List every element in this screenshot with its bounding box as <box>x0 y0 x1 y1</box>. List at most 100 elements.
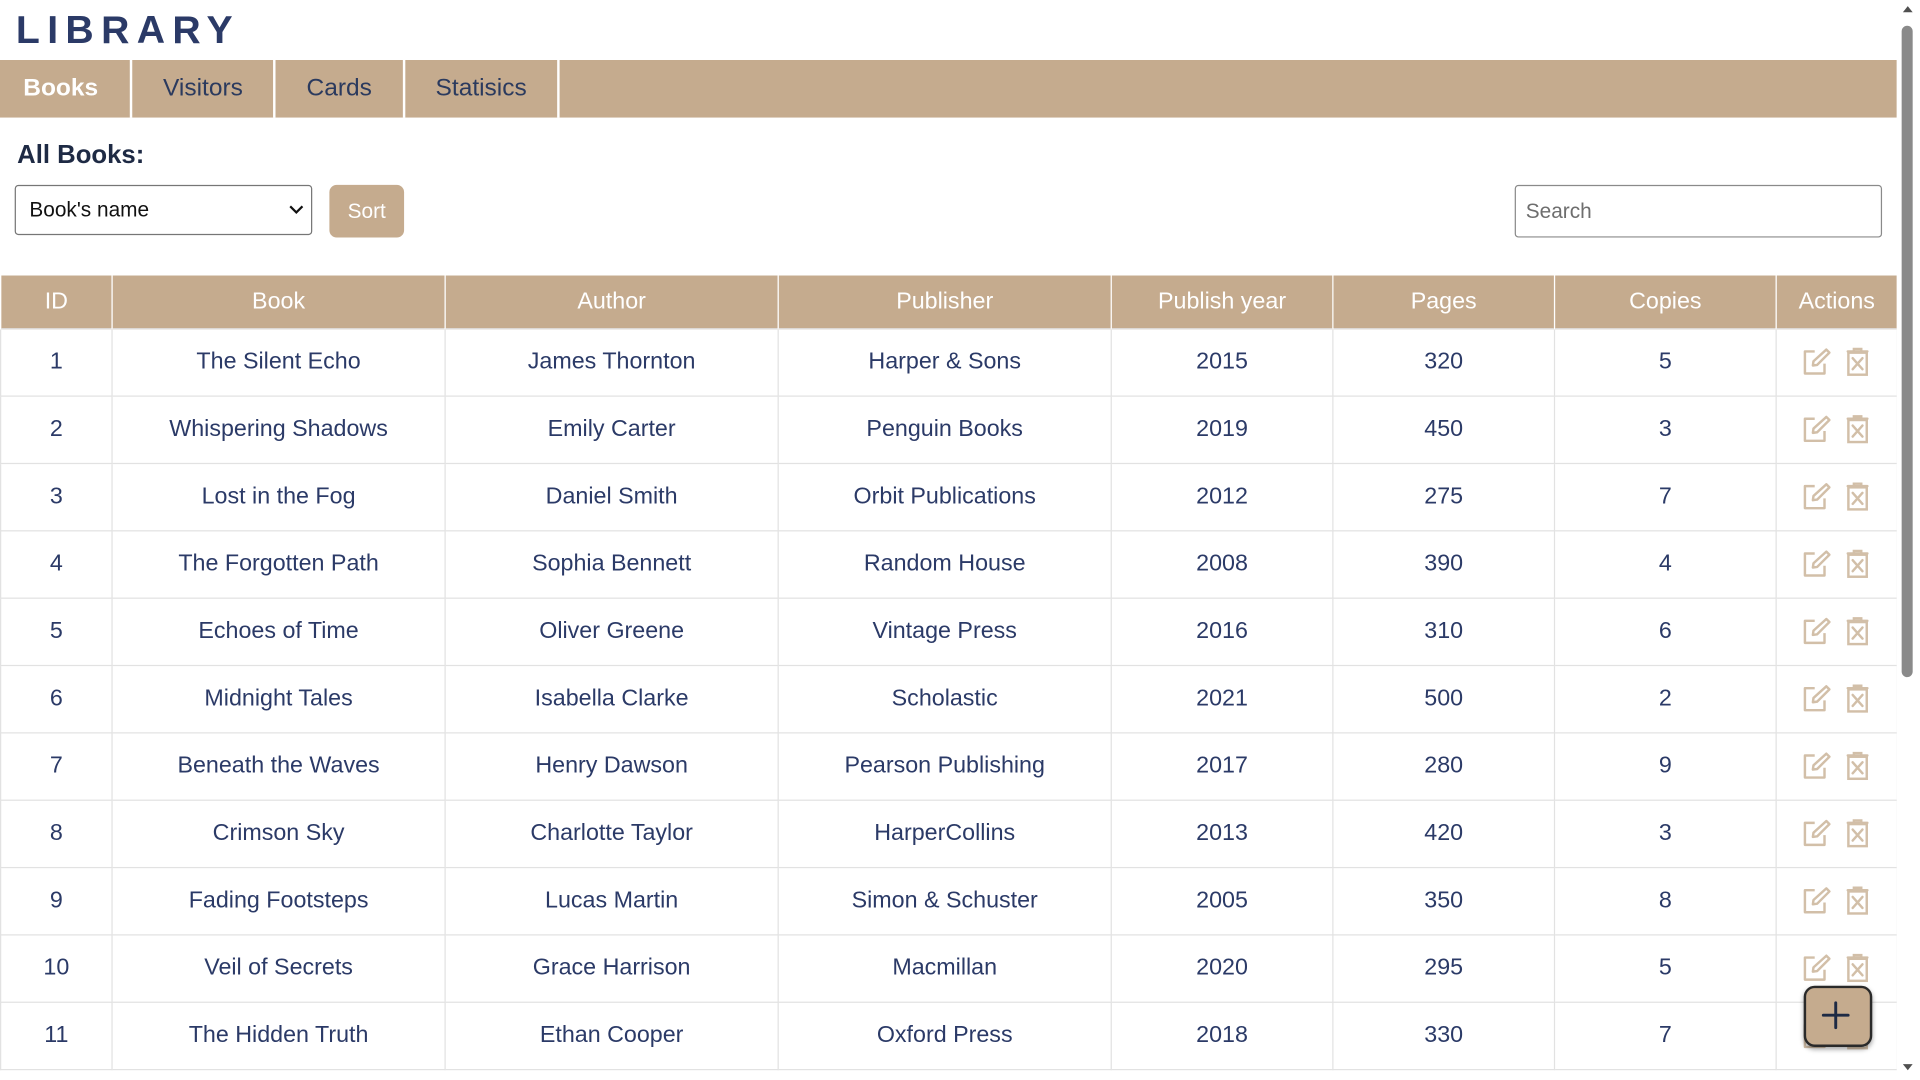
column-header-copies[interactable]: Copies <box>1553 275 1777 329</box>
edit-icon[interactable] <box>1800 481 1832 513</box>
table-row: 10 Veil of Secrets Grace Harrison Macmillan… <box>0 934 1898 1003</box>
cell-id: 2 <box>0 395 113 465</box>
cell-id: 11 <box>0 1001 113 1071</box>
sort-select[interactable]: Book's name <box>14 184 313 236</box>
cell-publisher: Macmillan <box>777 934 1112 1003</box>
cell-publish-year: 2017 <box>1110 732 1334 801</box>
cell-actions <box>1775 395 1898 465</box>
cell-publish-year: 2021 <box>1110 664 1334 734</box>
cell-author: Grace Harrison <box>444 934 779 1003</box>
table-row: 8 Crimson Sky Charlotte Taylor HarperCollin… <box>0 799 1898 869</box>
column-header-book[interactable]: Book <box>111 275 446 329</box>
cell-publish-year: 2005 <box>1110 866 1334 936</box>
edit-icon[interactable] <box>1800 347 1832 379</box>
cell-author: Henry Dawson <box>444 732 779 801</box>
scroll-down-arrow-icon[interactable] <box>1902 1060 1914 1072</box>
cell-copies: 5 <box>1553 328 1777 397</box>
column-header-id[interactable]: ID <box>0 275 113 329</box>
edit-icon[interactable] <box>1800 751 1832 783</box>
scroll-up-arrow-icon[interactable] <box>1902 4 1914 16</box>
cell-copies: 3 <box>1553 799 1777 869</box>
search-input[interactable] <box>1514 184 1883 238</box>
cell-publisher: Oxford Press <box>777 1001 1112 1071</box>
cell-publisher: Penguin Books <box>777 395 1112 465</box>
tab-statistics[interactable]: Statisics <box>405 60 560 118</box>
column-header-author[interactable]: Author <box>444 275 779 329</box>
vertical-scrollbar[interactable] <box>1896 0 1920 1080</box>
cell-author: Daniel Smith <box>444 462 779 532</box>
cell-book: Beneath the Waves <box>111 732 446 801</box>
cell-book: The Forgotten Path <box>111 530 446 599</box>
cell-pages: 350 <box>1332 866 1556 936</box>
cell-book: Fading Footsteps <box>111 866 446 936</box>
sort-button[interactable]: Sort <box>329 184 405 238</box>
cell-id: 10 <box>0 934 113 1003</box>
cell-book: Crimson Sky <box>111 799 446 869</box>
cell-publisher: Random House <box>777 530 1112 599</box>
table-row: 3 Lost in the Fog Daniel Smith Orbit Public… <box>0 462 1898 532</box>
cell-pages: 295 <box>1332 934 1556 1003</box>
tab-cards[interactable]: Cards <box>276 60 405 118</box>
cell-copies: 5 <box>1553 934 1777 1003</box>
cell-author: Sophia Bennett <box>444 530 779 599</box>
cell-publisher: HarperCollins <box>777 799 1112 869</box>
cell-pages: 450 <box>1332 395 1556 465</box>
chevron-down-icon <box>289 205 304 215</box>
cell-id: 8 <box>0 799 113 869</box>
cell-copies: 8 <box>1553 866 1777 936</box>
delete-icon[interactable] <box>1842 953 1874 985</box>
delete-icon[interactable] <box>1842 481 1874 513</box>
column-header-publisher[interactable]: Publisher <box>777 275 1112 329</box>
edit-icon[interactable] <box>1800 616 1832 648</box>
cell-publisher: Pearson Publishing <box>777 732 1112 801</box>
cell-publish-year: 2019 <box>1110 395 1334 465</box>
plus-icon <box>1821 1001 1850 1030</box>
cell-author: Ethan Cooper <box>444 1001 779 1071</box>
cell-id: 1 <box>0 328 113 397</box>
delete-icon[interactable] <box>1842 616 1874 648</box>
table-row: 11 The Hidden Truth Ethan Cooper Oxford Pre… <box>0 1001 1898 1071</box>
cell-author: Charlotte Taylor <box>444 799 779 869</box>
cell-pages: 420 <box>1332 799 1556 869</box>
cell-actions <box>1775 328 1898 397</box>
table-row: 5 Echoes of Time Oliver Greene Vintage Pres… <box>0 597 1898 667</box>
page: LIBRARY Books Visitors Cards Statisics A… <box>0 0 1920 1080</box>
cell-book: Whispering Shadows <box>111 395 446 465</box>
cell-publish-year: 2018 <box>1110 1001 1334 1071</box>
delete-icon[interactable] <box>1842 885 1874 917</box>
cell-author: Emily Carter <box>444 395 779 465</box>
edit-icon[interactable] <box>1800 953 1832 985</box>
cell-id: 3 <box>0 462 113 532</box>
cell-id: 5 <box>0 597 113 667</box>
edit-icon[interactable] <box>1800 549 1832 581</box>
cell-publish-year: 2012 <box>1110 462 1334 532</box>
cell-book: The Hidden Truth <box>111 1001 446 1071</box>
delete-icon[interactable] <box>1842 818 1874 850</box>
tab-books[interactable]: Books <box>0 60 133 118</box>
delete-icon[interactable] <box>1842 414 1874 446</box>
delete-icon[interactable] <box>1842 683 1874 715</box>
column-header-publish-year[interactable]: Publish year <box>1110 275 1334 329</box>
delete-icon[interactable] <box>1842 549 1874 581</box>
table-row: 6 Midnight Tales Isabella Clarke Scholastic… <box>0 664 1898 734</box>
edit-icon[interactable] <box>1800 885 1832 917</box>
column-header-pages[interactable]: Pages <box>1332 275 1556 329</box>
delete-icon[interactable] <box>1842 347 1874 379</box>
cell-id: 9 <box>0 866 113 936</box>
edit-icon[interactable] <box>1800 414 1832 446</box>
edit-icon[interactable] <box>1800 818 1832 850</box>
cell-actions <box>1775 732 1898 801</box>
cell-copies: 3 <box>1553 395 1777 465</box>
cell-publisher: Simon & Schuster <box>777 866 1112 936</box>
scrollbar-thumb[interactable] <box>1901 25 1913 678</box>
delete-icon[interactable] <box>1842 751 1874 783</box>
tab-visitors[interactable]: Visitors <box>132 60 276 118</box>
add-book-button[interactable] <box>1803 985 1873 1047</box>
cell-book: Veil of Secrets <box>111 934 446 1003</box>
cell-pages: 330 <box>1332 1001 1556 1071</box>
cell-publisher: Scholastic <box>777 664 1112 734</box>
edit-icon[interactable] <box>1800 683 1832 715</box>
cell-copies: 9 <box>1553 732 1777 801</box>
cell-id: 7 <box>0 732 113 801</box>
cell-pages: 390 <box>1332 530 1556 599</box>
